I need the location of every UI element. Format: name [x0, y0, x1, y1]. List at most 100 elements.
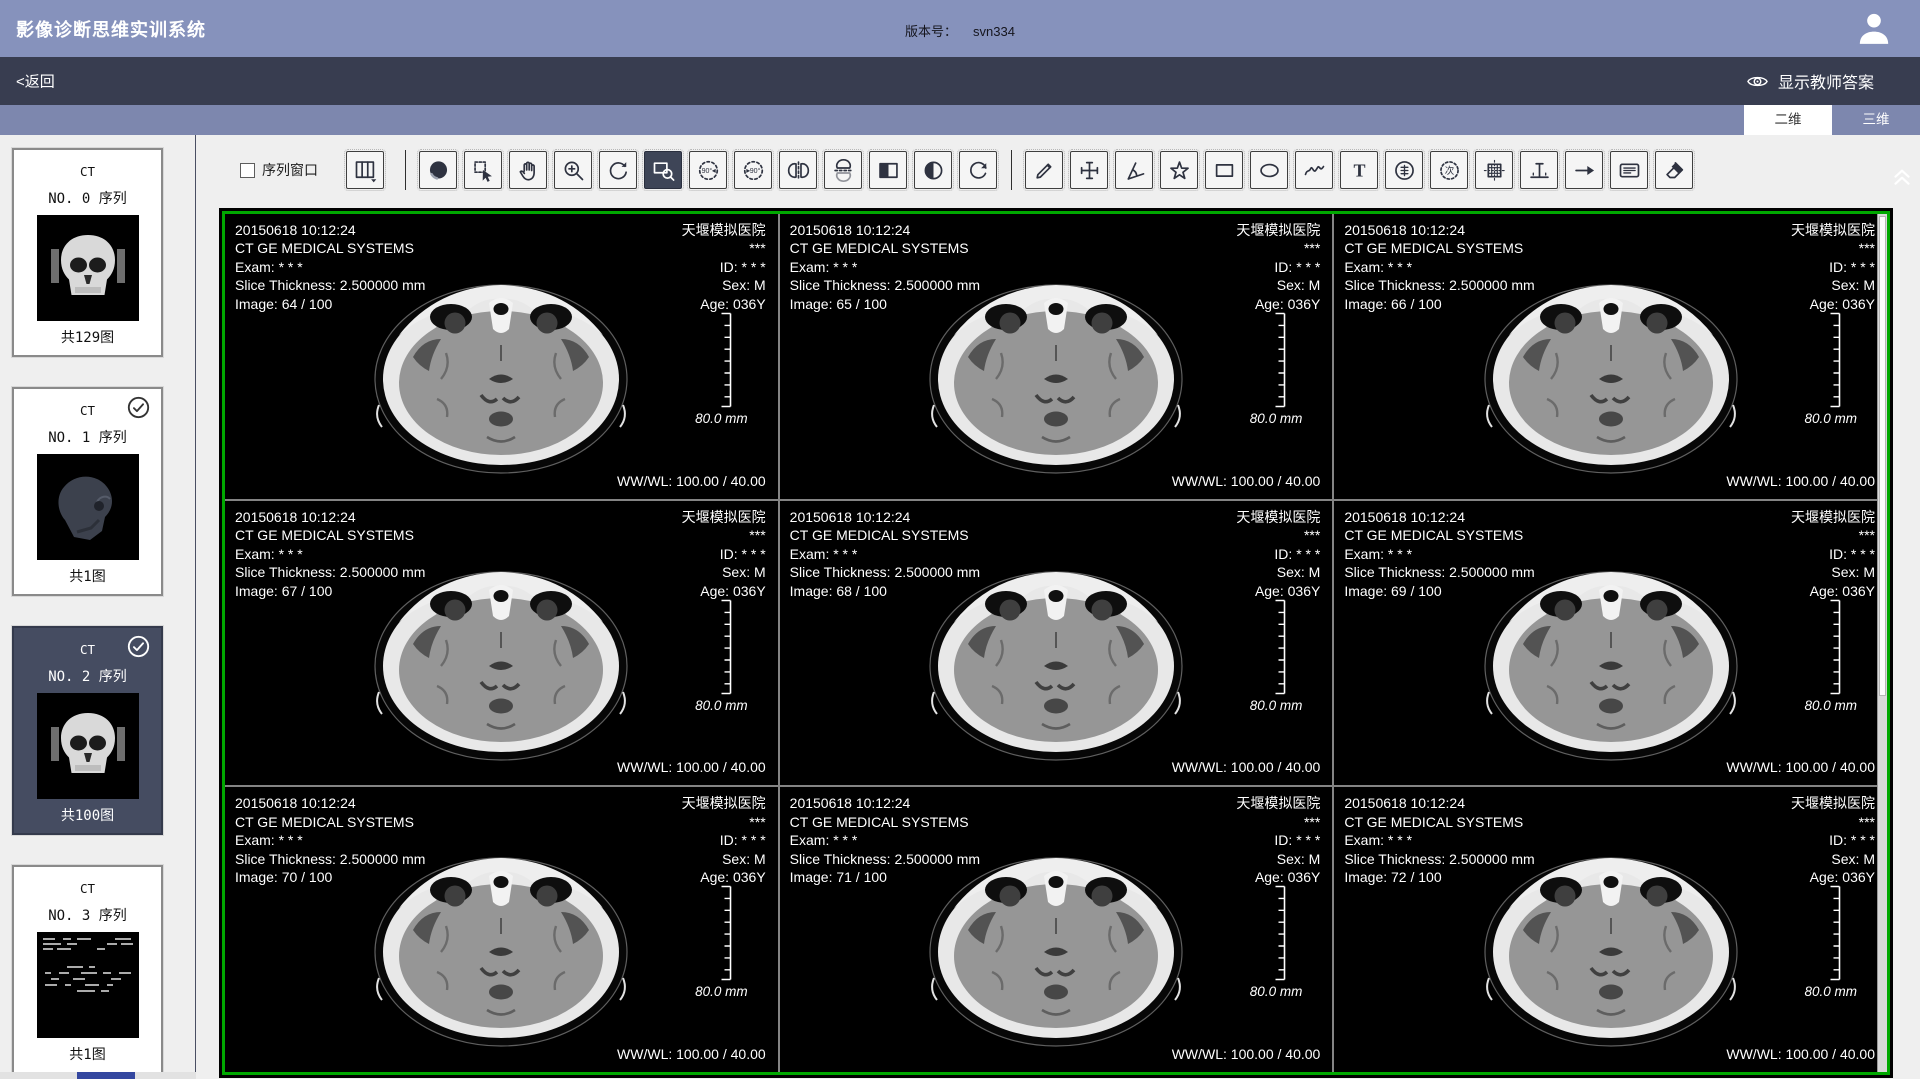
- wwwl-label: WW/WL: 100.00 / 40.00: [1172, 473, 1321, 489]
- slice-thickness: Slice Thickness: 2.500000 mm: [790, 850, 980, 868]
- cell-meta-left: 20150618 10:12:24CT GE MEDICAL SYSTEMSEx…: [790, 794, 980, 886]
- tool-region-zoom[interactable]: [644, 151, 682, 189]
- slice-thickness: Slice Thickness: 2.500000 mm: [235, 563, 425, 581]
- tool-spine-label[interactable]: [1385, 151, 1423, 189]
- image-index: Image: 64 / 100: [235, 295, 425, 313]
- image-index: Image: 66 / 100: [1344, 295, 1534, 313]
- manufacturer: CT GE MEDICAL SYSTEMS: [1344, 526, 1534, 544]
- viewer-cell-4[interactable]: 20150618 10:12:24CT GE MEDICAL SYSTEMSEx…: [780, 501, 1333, 786]
- series-window-toggle[interactable]: 序列窗口: [240, 160, 318, 180]
- show-teacher-answer-button[interactable]: 显示教师答案: [1746, 69, 1874, 93]
- tool-flip-horizontal[interactable]: [779, 151, 817, 189]
- patient-sex: Sex: M: [1791, 276, 1875, 294]
- patient-name-masked: ***: [682, 813, 766, 831]
- slice-thickness: Slice Thickness: 2.500000 mm: [1344, 563, 1534, 581]
- viewer-cell-8[interactable]: 20150618 10:12:24CT GE MEDICAL SYSTEMSEx…: [1334, 787, 1887, 1072]
- tab-2d[interactable]: 二维: [1744, 105, 1832, 135]
- patient-id: ID: * * *: [1236, 831, 1320, 849]
- hospital-name: 天堰模拟医院: [682, 221, 766, 239]
- tab-3d[interactable]: 三维: [1832, 105, 1920, 135]
- tool-roi-rectangle[interactable]: [1205, 151, 1243, 189]
- tool-roi-freehand[interactable]: [1295, 151, 1333, 189]
- tool-select-cursor[interactable]: [464, 151, 502, 189]
- study-datetime: 20150618 10:12:24: [235, 221, 425, 239]
- hospital-name: 天堰模拟医院: [1791, 794, 1875, 812]
- patient-name-masked: ***: [1791, 813, 1875, 831]
- tool-roi-ellipse[interactable]: [1250, 151, 1288, 189]
- tool-zoom-magnifier[interactable]: [554, 151, 592, 189]
- scrollbar-thumb[interactable]: [77, 1072, 135, 1079]
- back-button[interactable]: <返回: [16, 71, 55, 92]
- viewer-cell-5[interactable]: 20150618 10:12:24CT GE MEDICAL SYSTEMSEx…: [1334, 501, 1887, 786]
- hospital-name: 天堰模拟医院: [1236, 794, 1320, 812]
- app-title: 影像诊断思维实训系统: [16, 16, 206, 42]
- app-header: 影像诊断思维实训系统 版本号：svn334: [0, 0, 1920, 57]
- viewer-cell-3[interactable]: 20150618 10:12:24CT GE MEDICAL SYSTEMSEx…: [225, 501, 778, 786]
- viewer-cell-1[interactable]: 20150618 10:12:24CT GE MEDICAL SYSTEMSEx…: [780, 214, 1333, 499]
- scrollbar-thumb[interactable]: [1879, 216, 1886, 696]
- tool-perpendicular[interactable]: [1520, 151, 1558, 189]
- series-modality: CT: [14, 164, 161, 179]
- tool-rotate-90-cw[interactable]: 90°: [734, 151, 772, 189]
- tool-brightness[interactable]: [914, 151, 952, 189]
- series-card-2[interactable]: CTNO. 2 序列共100图: [12, 626, 163, 835]
- cell-meta-left: 20150618 10:12:24CT GE MEDICAL SYSTEMSEx…: [1344, 508, 1534, 600]
- cell-meta-left: 20150618 10:12:24CT GE MEDICAL SYSTEMSEx…: [790, 221, 980, 313]
- tool-rotate-90-ccw[interactable]: 90°: [689, 151, 727, 189]
- tool-rotate[interactable]: [599, 151, 637, 189]
- patient-sex: Sex: M: [682, 850, 766, 868]
- tool-annotate-text[interactable]: T: [1340, 151, 1378, 189]
- user-avatar-icon[interactable]: [1854, 8, 1894, 48]
- series-card-0[interactable]: CTNO. 0 序列共129图: [12, 148, 163, 357]
- series-thumbnail: [37, 215, 139, 321]
- study-datetime: 20150618 10:12:24: [790, 508, 980, 526]
- tool-flip-vertical[interactable]: [824, 151, 862, 189]
- scale-label: 80.0 mm: [1804, 411, 1857, 426]
- patient-sex: Sex: M: [1791, 850, 1875, 868]
- tool-measure-line[interactable]: [1025, 151, 1063, 189]
- series-image-count: 共129图: [14, 327, 161, 347]
- hospital-name: 天堰模拟医院: [682, 508, 766, 526]
- patient-age: Age: 036Y: [1791, 868, 1875, 886]
- tool-annotate-note[interactable]: [1610, 151, 1648, 189]
- tool-pan-hand[interactable]: [509, 151, 547, 189]
- series-name: NO. 2 序列: [14, 666, 161, 686]
- tool-layout-grid[interactable]: [346, 151, 384, 189]
- tool-window-level[interactable]: [419, 151, 457, 189]
- series-window-checkbox[interactable]: [240, 163, 255, 178]
- tool-measure-cross[interactable]: [1070, 151, 1108, 189]
- tool-measure-star[interactable]: [1160, 151, 1198, 189]
- tool-annotate-arrow[interactable]: [1565, 151, 1603, 189]
- toolbar-divider: [1011, 150, 1012, 190]
- scale-ruler: [1827, 312, 1843, 408]
- series-card-3[interactable]: CTNO. 3 序列共1图: [12, 865, 163, 1074]
- series-card-1[interactable]: CTNO. 1 序列共1图: [12, 387, 163, 596]
- wwwl-label: WW/WL: 100.00 / 40.00: [617, 759, 766, 775]
- series-image-count: 共1图: [14, 566, 161, 586]
- sidebar-horizontal-scrollbar[interactable]: [0, 1072, 196, 1079]
- patient-id: ID: * * *: [1791, 258, 1875, 276]
- viewer-cell-2[interactable]: 20150618 10:12:24CT GE MEDICAL SYSTEMSEx…: [1334, 214, 1887, 499]
- viewer-cell-0[interactable]: 20150618 10:12:24CT GE MEDICAL SYSTEMSEx…: [225, 214, 778, 499]
- viewer-cell-7[interactable]: 20150618 10:12:24CT GE MEDICAL SYSTEMSEx…: [780, 787, 1333, 1072]
- svg-text:T: T: [1353, 160, 1365, 180]
- tool-invert[interactable]: [869, 151, 907, 189]
- viewer-cell-6[interactable]: 20150618 10:12:24CT GE MEDICAL SYSTEMSEx…: [225, 787, 778, 1072]
- exam-label: Exam: * * *: [1344, 258, 1534, 276]
- toolbar-collapse-button[interactable]: [1889, 162, 1915, 188]
- slice-thickness: Slice Thickness: 2.500000 mm: [235, 850, 425, 868]
- scale-label: 80.0 mm: [695, 984, 748, 999]
- patient-sex: Sex: M: [682, 563, 766, 581]
- tool-reset[interactable]: [959, 151, 997, 189]
- study-datetime: 20150618 10:12:24: [235, 794, 425, 812]
- tool-grid-overlay[interactable]: [1475, 151, 1513, 189]
- tool-count-marker[interactable]: 次: [1430, 151, 1468, 189]
- viewer-vertical-scrollbar[interactable]: [1877, 214, 1887, 1072]
- manufacturer: CT GE MEDICAL SYSTEMS: [790, 526, 980, 544]
- tool-measure-angle[interactable]: [1115, 151, 1153, 189]
- manufacturer: CT GE MEDICAL SYSTEMS: [790, 813, 980, 831]
- study-datetime: 20150618 10:12:24: [790, 794, 980, 812]
- patient-id: ID: * * *: [682, 545, 766, 563]
- tool-eraser[interactable]: [1655, 151, 1693, 189]
- scale-ruler: [1827, 599, 1843, 695]
